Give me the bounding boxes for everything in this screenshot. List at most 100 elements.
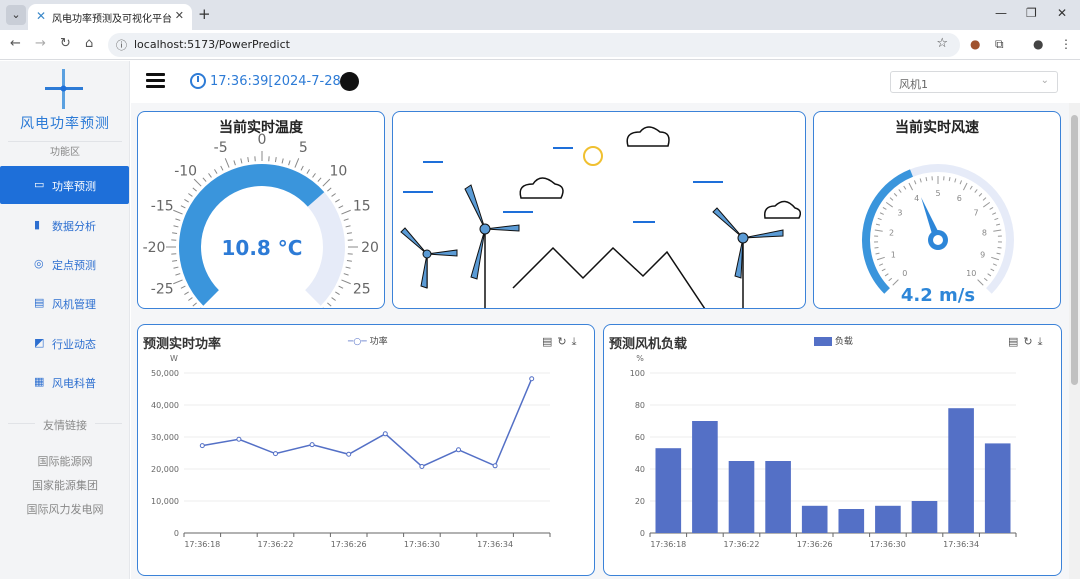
gauge-tick [341, 279, 351, 285]
turbine-select[interactable]: 风机1 ⌄ [890, 71, 1058, 93]
power-data-point [492, 463, 498, 469]
gauge-tick [193, 178, 202, 187]
windspeed-value: 4.2 m/s [901, 285, 975, 306]
gauge-tick-label: -10 [174, 164, 197, 180]
gauge-tick-label: -20 [143, 240, 166, 256]
reload-icon[interactable]: ↻ [60, 36, 71, 51]
friend-link[interactable]: 国际能源网 [0, 453, 130, 469]
gauge-tick [306, 169, 310, 174]
y-tick-label: 80 [635, 401, 645, 410]
gauge-tick-label: 5 [935, 189, 940, 198]
y-tick-label: 30,000 [151, 433, 179, 442]
y-tick-label: 20 [635, 497, 645, 506]
gauge-tick [875, 223, 881, 226]
minimize-icon[interactable]: — [995, 6, 1007, 20]
gauge-tick [913, 180, 917, 185]
gauge-tick [322, 178, 331, 187]
load-bar [948, 408, 974, 533]
gauge-tick [969, 185, 973, 190]
back-icon[interactable]: ← [10, 36, 21, 51]
close-window-icon[interactable]: ✕ [1057, 6, 1067, 20]
gauge-tick [893, 193, 898, 197]
gauge-tick [202, 177, 207, 182]
sidebar-item-point-predict[interactable]: ◎ 定点预测 [0, 245, 129, 283]
friend-link[interactable]: 国家能源集团 [0, 477, 130, 493]
gauge-tick-label: 10 [966, 269, 976, 278]
gauge-tick-label: 10 [329, 164, 347, 180]
address-bar[interactable]: ⓘ localhost:5173/PowerPredict ☆ [108, 33, 960, 57]
gauge-tick [977, 279, 984, 286]
gauge-tick [983, 277, 988, 282]
gauge-tick [993, 229, 1002, 232]
gauge-tick-label: 0 [902, 269, 907, 278]
sidebar-item-power-predict[interactable]: ▭ 功率预测 [0, 166, 129, 204]
gauge-tick [888, 277, 893, 282]
gauge-tick [919, 178, 922, 183]
gauge-tick-label: 9 [980, 251, 985, 260]
gauge-tick-label: -5 [214, 140, 228, 156]
gauge-tick [990, 268, 995, 272]
sidebar-item-turbine-management[interactable]: ▤ 风机管理 [0, 284, 129, 322]
gauge-tick-label: -25 [151, 281, 174, 297]
gauge-tick [343, 273, 349, 276]
power-data-point [199, 443, 205, 449]
forward-icon[interactable]: → [35, 36, 46, 51]
gauge-tick [338, 205, 344, 209]
load-bar [984, 443, 1011, 533]
gauge-tick [875, 252, 880, 255]
profile-icon[interactable]: ● [1033, 37, 1043, 51]
cookie-extension-icon[interactable]: ● [970, 37, 980, 51]
bookmark-star-icon[interactable]: ☆ [936, 36, 948, 51]
gauge-tick [274, 157, 277, 163]
x-tick-label: 17:36:34 [943, 540, 979, 549]
trend-icon: ◩ [34, 336, 45, 349]
load-bar [911, 501, 938, 533]
gauge-tick [188, 297, 193, 301]
browser-menu-icon[interactable]: ⋮ [1060, 37, 1072, 51]
new-tab-icon[interactable]: + [198, 5, 211, 23]
tab-search-button[interactable]: ⌄ [6, 5, 26, 25]
browser-tab[interactable]: ✕ 风电功率预测及可视化平台 ✕ [28, 4, 192, 30]
y-tick-label: 20,000 [151, 465, 179, 474]
github-icon[interactable] [340, 72, 359, 91]
x-tick-label: 17:36:26 [797, 540, 833, 549]
sidebar-item-data-analysis[interactable]: ▮ 数据分析 [0, 206, 129, 244]
power-data-point [529, 376, 535, 382]
sidebar-item-wind-knowledge[interactable]: ▦ 风电科普 [0, 363, 129, 401]
gauge-tick [180, 285, 186, 289]
scroll-thumb[interactable] [1071, 115, 1078, 385]
load-bar [692, 421, 718, 533]
tab-close-icon[interactable]: ✕ [175, 9, 184, 22]
y-tick-label: 40 [635, 465, 645, 474]
gauge-tick [327, 187, 332, 192]
gauge-tick [877, 217, 882, 221]
power-data-point [419, 463, 425, 469]
gauge-tick [341, 209, 351, 215]
gauge-tick [188, 193, 193, 197]
sidebar-item-industry-news[interactable]: ◩ 行业动态 [0, 324, 129, 362]
site-info-icon[interactable]: ⓘ [116, 37, 127, 53]
load-bar [765, 461, 791, 533]
menu-toggle-icon[interactable] [146, 73, 165, 89]
gauge-tick [889, 197, 894, 201]
maximize-icon[interactable]: ❐ [1026, 6, 1037, 20]
friend-link[interactable]: 国际风力发电网 [0, 501, 130, 517]
y-axis-unit: % [636, 354, 644, 363]
gauge-tick-label: -15 [151, 199, 174, 215]
gauge-tick [331, 193, 336, 197]
gauge-tick [881, 268, 886, 272]
scrollbar[interactable] [1069, 103, 1080, 579]
gauge-tick [925, 177, 928, 182]
gauge-tick [892, 279, 899, 286]
gauge-tick [338, 285, 344, 289]
gauge-tick-label: 15 [353, 199, 371, 215]
gauge-tick [879, 263, 884, 266]
gauge-tick [989, 206, 994, 210]
gauge-tick [172, 232, 178, 235]
gauge-tick [335, 291, 340, 295]
y-axis-unit: W [170, 354, 178, 363]
gauge-tick [208, 173, 212, 178]
gauge-tick [184, 291, 189, 295]
home-icon[interactable]: ⌂ [85, 36, 93, 51]
extensions-icon[interactable]: ⧉ [995, 37, 1004, 52]
